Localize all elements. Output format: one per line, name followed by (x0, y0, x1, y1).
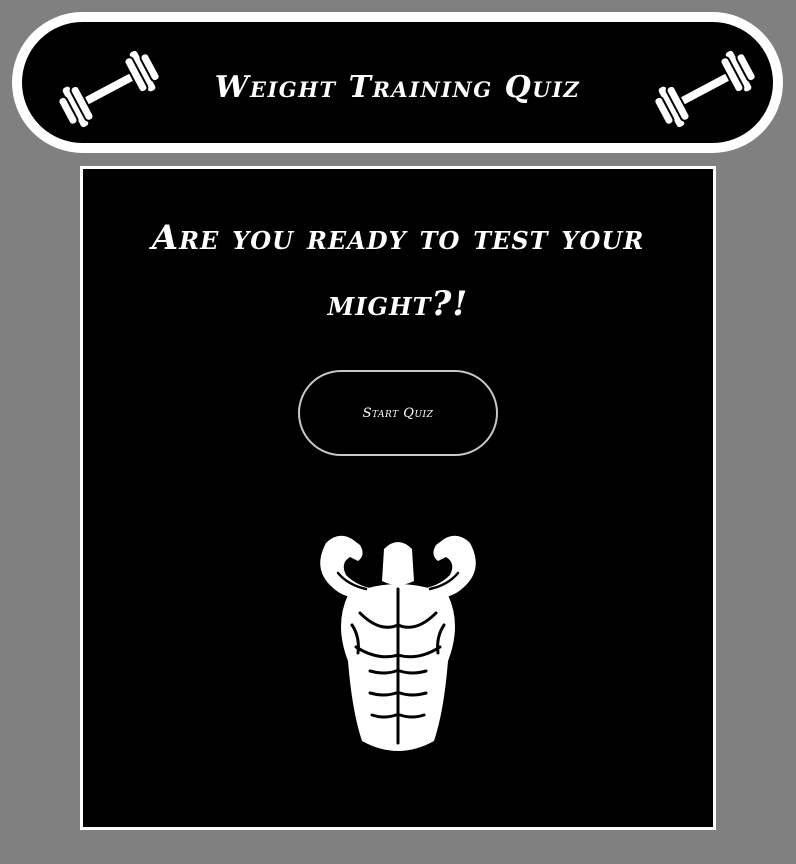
bodybuilder-icon (320, 535, 476, 751)
dumbbell-icon (653, 50, 757, 128)
start-headline: Are you ready to test your might?! (103, 205, 693, 337)
start-quiz-button[interactable]: Start Quiz (298, 370, 498, 456)
headline-line-1: Are you ready to test your (151, 218, 645, 258)
headline-line-2: might?! (327, 284, 469, 324)
quiz-start-panel: Are you ready to test your might?! Start… (80, 166, 716, 830)
header-banner: Weight Training Quiz (12, 12, 783, 153)
